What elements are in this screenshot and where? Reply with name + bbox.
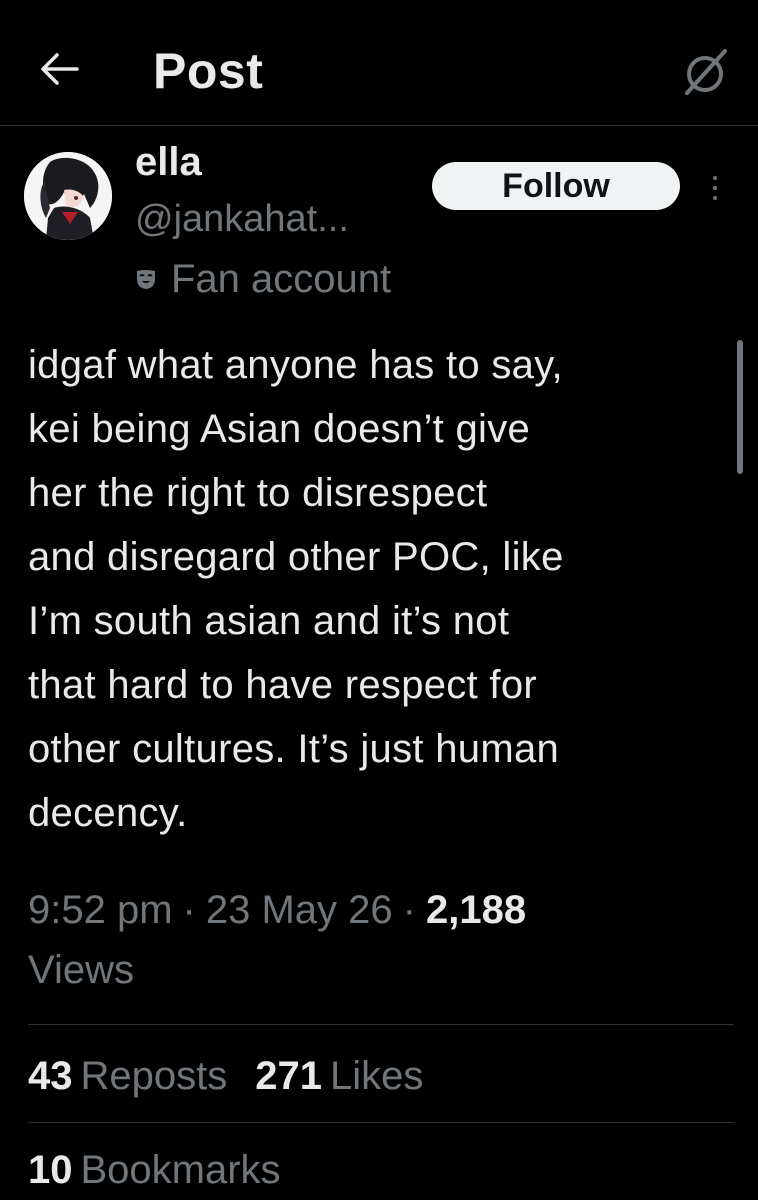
likes-count: 271: [255, 1053, 322, 1098]
reposts-stat[interactable]: 43 Reposts: [28, 1054, 227, 1099]
arrow-left-icon: [41, 53, 79, 85]
post-text-line: I’m south asian and it’s not: [28, 599, 510, 643]
avatar-image: [24, 152, 112, 240]
reposts-label: Reposts: [80, 1053, 228, 1098]
post-text-line: and disregard other POC, like: [28, 535, 564, 579]
divider: [28, 1122, 734, 1123]
reposts-count: 43: [28, 1053, 73, 1098]
likes-label: Likes: [330, 1053, 424, 1098]
divider: [28, 1024, 734, 1025]
more-vertical-icon: [713, 176, 717, 180]
follow-button[interactable]: Follow: [432, 162, 680, 210]
views-label: Views: [28, 948, 134, 992]
bookmarks-stat[interactable]: 10 Bookmarks: [28, 1148, 281, 1193]
views-count: 2,188: [425, 888, 527, 932]
theater-mask-icon: [135, 268, 157, 290]
post-date[interactable]: 23 May 26: [206, 888, 393, 932]
scrollbar[interactable]: [737, 340, 743, 474]
post-text-line: decency.: [28, 791, 188, 835]
post-text-line: her the right to disrespect: [28, 471, 488, 515]
bookmarks-stat-row: 10 Bookmarks: [28, 1140, 309, 1200]
account-label-text: Fan account: [171, 256, 392, 301]
back-button[interactable]: [34, 47, 84, 91]
display-name[interactable]: ella: [135, 140, 202, 185]
user-handle[interactable]: @jankahat...: [135, 198, 349, 241]
post-text-line: kei being Asian doesn’t give: [28, 407, 531, 451]
page-title: Post: [153, 43, 264, 99]
post-text: idgaf what anyone has to say, kei being …: [28, 333, 728, 845]
more-options-button[interactable]: [702, 168, 728, 208]
separator: ·: [402, 888, 416, 932]
bookmarks-label: Bookmarks: [80, 1147, 281, 1192]
bookmarks-count: 10: [28, 1147, 73, 1192]
post-time[interactable]: 9:52 pm: [28, 888, 173, 932]
grok-icon: [685, 49, 727, 95]
post-text-line: that hard to have respect for: [28, 663, 537, 707]
post-meta: 9:52 pm · 23 May 26 · 2,188 Views: [28, 880, 728, 1000]
post-text-line: other cultures. It’s just human: [28, 727, 560, 771]
engagement-stats: 43 Reposts 271 Likes: [28, 1046, 451, 1106]
avatar[interactable]: [24, 152, 112, 240]
likes-stat[interactable]: 271 Likes: [255, 1054, 423, 1099]
post-text-line: idgaf what anyone has to say,: [28, 343, 563, 387]
grok-button[interactable]: [678, 44, 734, 100]
top-bar: Post: [0, 0, 758, 126]
separator: ·: [182, 888, 196, 932]
account-label: Fan account: [135, 256, 391, 302]
